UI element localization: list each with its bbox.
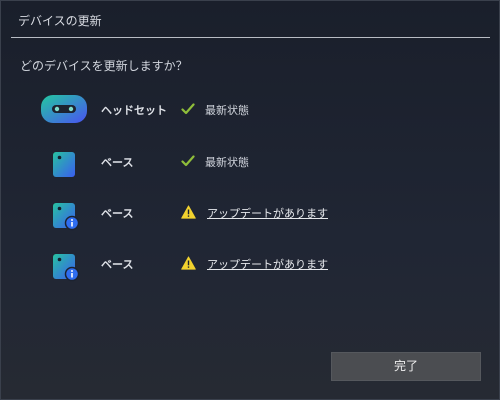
base-station-icon <box>41 144 87 184</box>
checkmark-icon <box>181 153 195 167</box>
device-row-base-1: ベース 最新状態 <box>1 144 500 184</box>
device-name: ベース <box>101 207 134 220</box>
dialog-title: デバイスの更新 <box>18 14 102 28</box>
done-button[interactable]: 完了 <box>331 352 481 381</box>
question-text: どのデバイスを更新しますか？ <box>20 59 188 73</box>
base-station-info-icon <box>41 195 87 235</box>
status-label: 最新状態 <box>205 156 249 169</box>
device-row-base-3: ベース アップデートがあります <box>1 246 500 286</box>
warning-icon <box>181 255 196 270</box>
checkmark-icon <box>181 101 195 115</box>
update-devices-dialog: デバイスの更新 どのデバイスを更新しますか？ ヘッドセット 最新状態 ベース 最… <box>0 0 500 400</box>
device-row-headset: ヘッドセット 最新状態 <box>1 89 500 129</box>
device-name: ヘッドセット <box>101 104 167 117</box>
warning-icon <box>181 204 196 219</box>
title-divider <box>11 37 490 38</box>
device-name: ベース <box>101 258 134 271</box>
status-label: 最新状態 <box>205 104 249 117</box>
update-available-link[interactable]: アップデートがあります <box>207 256 328 272</box>
update-available-link[interactable]: アップデートがあります <box>207 205 328 221</box>
device-name: ベース <box>101 156 134 169</box>
headset-icon <box>41 89 87 129</box>
device-row-base-2: ベース アップデートがあります <box>1 195 500 235</box>
base-station-info-icon <box>41 246 87 286</box>
